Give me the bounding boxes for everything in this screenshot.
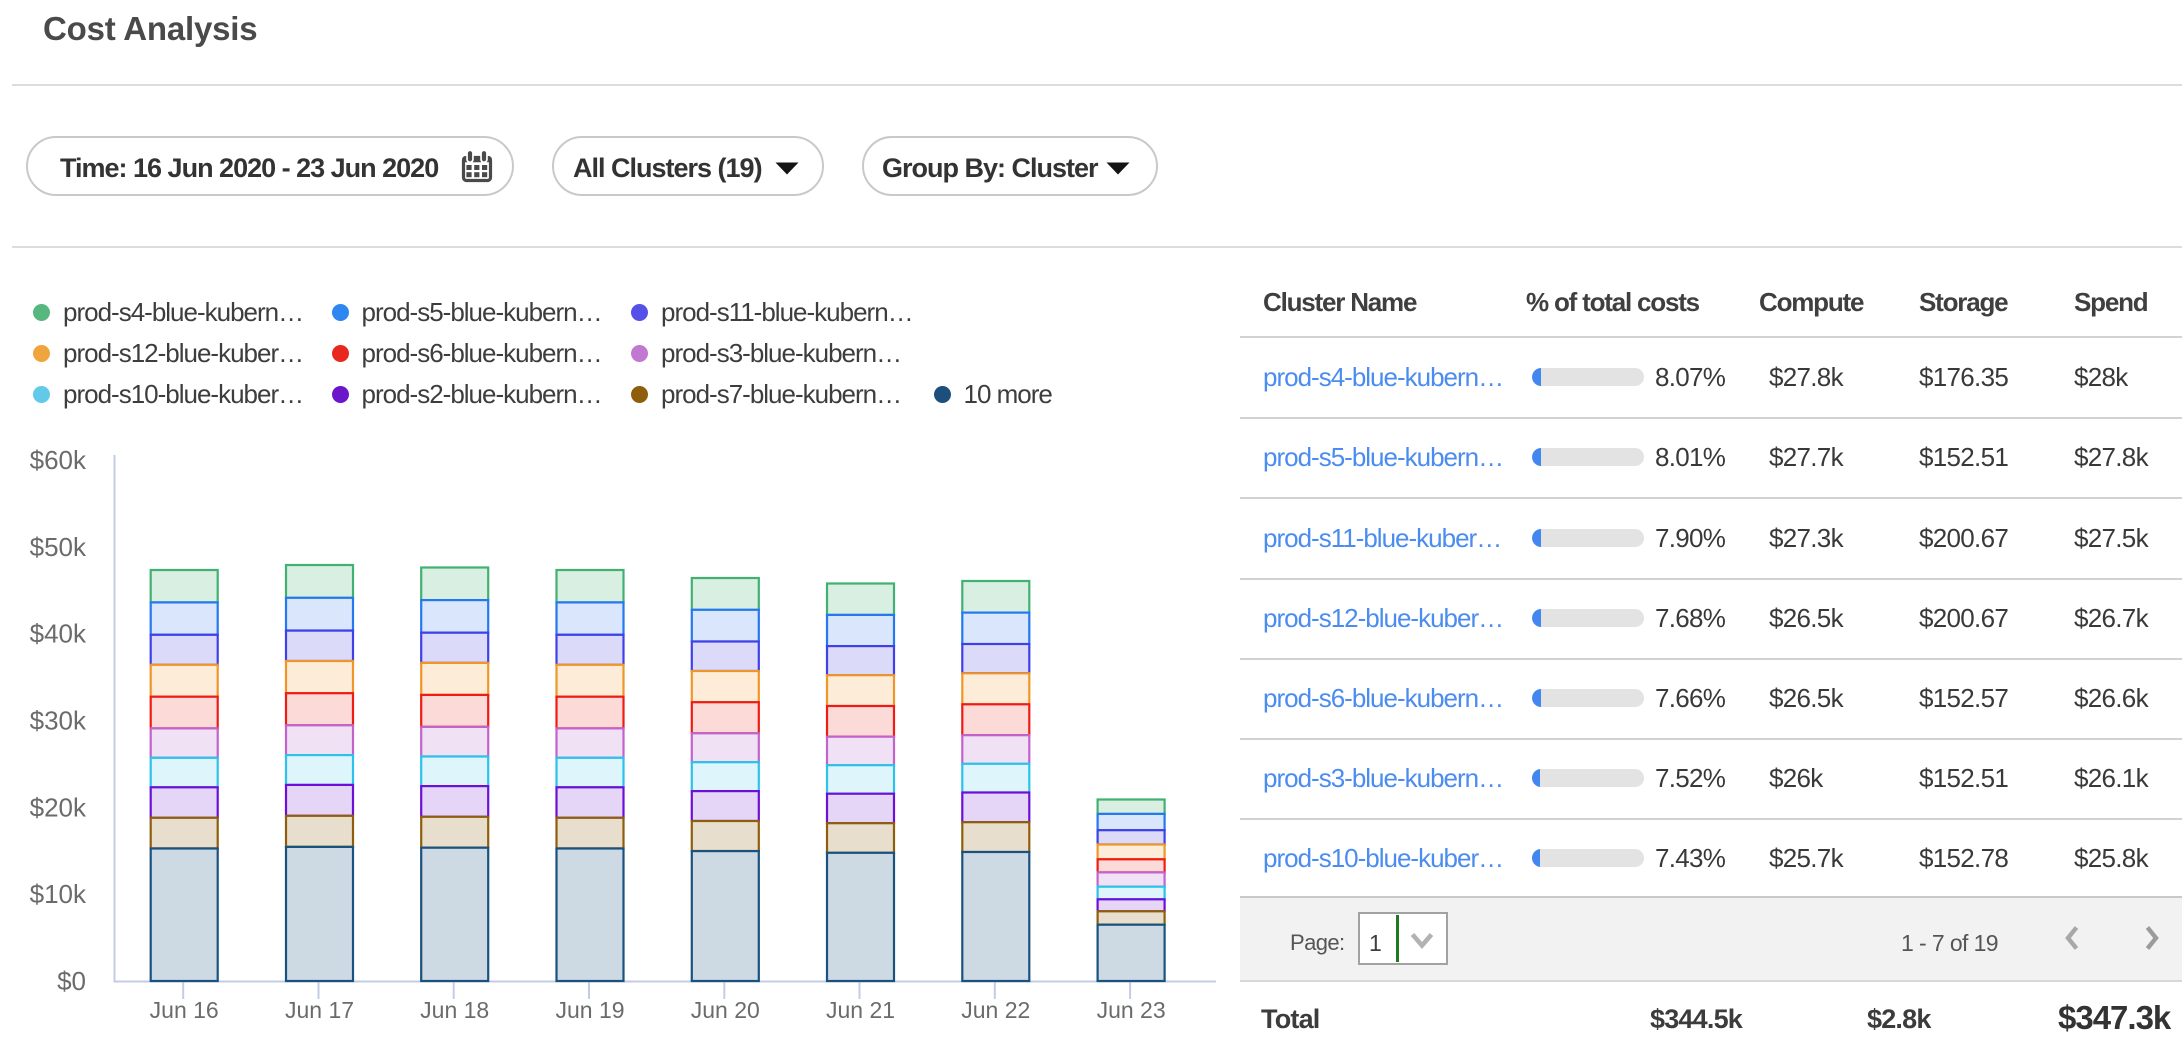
- svg-text:Jun 20: Jun 20: [691, 997, 760, 1023]
- svg-text:$40k: $40k: [30, 619, 87, 649]
- svg-text:$50k: $50k: [30, 532, 87, 562]
- svg-text:Jun 23: Jun 23: [1097, 997, 1166, 1023]
- svg-text:Jun 22: Jun 22: [961, 997, 1030, 1023]
- svg-text:Jun 17: Jun 17: [285, 997, 354, 1023]
- svg-text:$10k: $10k: [30, 879, 87, 909]
- svg-text:Jun 16: Jun 16: [150, 997, 219, 1023]
- svg-text:$30k: $30k: [30, 706, 87, 736]
- svg-text:Jun 19: Jun 19: [555, 997, 624, 1023]
- svg-text:$0: $0: [57, 966, 86, 996]
- svg-text:$20k: $20k: [30, 792, 87, 822]
- svg-text:$60k: $60k: [30, 445, 87, 475]
- svg-text:Jun 18: Jun 18: [420, 997, 489, 1023]
- svg-text:Jun 21: Jun 21: [826, 997, 895, 1023]
